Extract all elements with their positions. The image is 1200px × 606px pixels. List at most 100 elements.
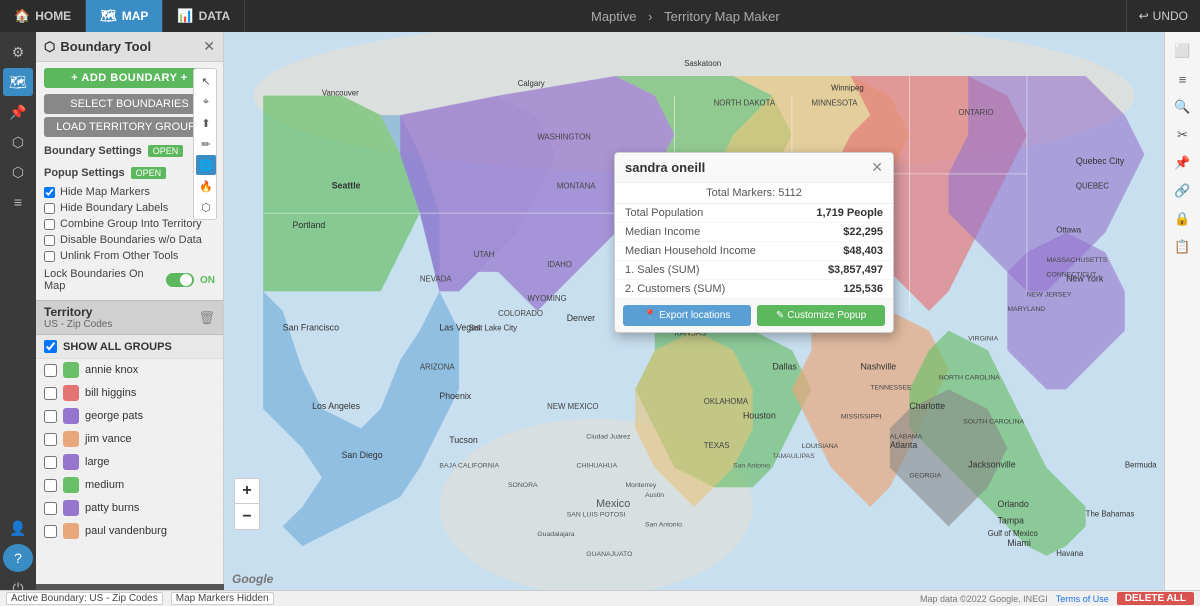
pie-tool[interactable]: ⬡ [196, 197, 216, 217]
hide-boundary-labels-checkbox[interactable] [44, 203, 55, 214]
help-icon[interactable]: ? [3, 544, 33, 572]
map-button[interactable]: 🗺 MAP [86, 0, 163, 32]
flame-tool[interactable]: 🔥 [196, 176, 216, 196]
select-boundaries-button[interactable]: SELECT BOUNDARIES [44, 94, 215, 114]
group-checkbox[interactable] [44, 502, 57, 515]
svg-text:Ciudad Juárez: Ciudad Juárez [586, 433, 631, 440]
svg-text:QUEBEC: QUEBEC [1076, 182, 1109, 191]
zoom-out-button[interactable]: − [234, 504, 260, 530]
popup-close-button[interactable]: ✕ [871, 159, 883, 176]
svg-text:Austin: Austin [645, 492, 664, 499]
settings-icon[interactable]: ⚙ [3, 38, 33, 66]
bottom-bar: Active Boundary: US - Zip Codes Map Mark… [0, 590, 1200, 606]
svg-text:Seattle: Seattle [332, 181, 361, 191]
user-icon[interactable]: 👤 [3, 514, 33, 542]
group-name: annie knox [85, 364, 138, 376]
group-color-swatch [63, 408, 79, 424]
group-name: george pats [85, 410, 143, 422]
svg-text:MINNESOTA: MINNESOTA [812, 98, 859, 107]
filter-tool[interactable]: ⌖ [196, 92, 216, 112]
group-checkbox[interactable] [44, 433, 57, 446]
left-sidebar: ⚙ 🗺 📌 ⬡ ⬡ ≡ 👤 ? ⏻ [0, 32, 36, 606]
popup-header: sandra oneill ✕ [615, 153, 893, 183]
load-territory-groups-button[interactable]: LOAD TERRITORY GROUPS [44, 117, 215, 137]
svg-text:WASHINGTON: WASHINGTON [537, 133, 591, 142]
hide-map-markers-checkbox[interactable] [44, 187, 55, 198]
popup-total-markers: Total Markers: 5112 [615, 183, 893, 204]
svg-text:Mexico: Mexico [596, 498, 630, 510]
svg-text:Jacksonville: Jacksonville [968, 460, 1016, 470]
svg-text:TAMAULIPAS: TAMAULIPAS [772, 453, 815, 460]
boundary-settings-open[interactable]: OPEN [148, 145, 184, 157]
group-list-item: paul vandenburg [36, 520, 223, 543]
svg-text:TENNESSEE: TENNESSEE [870, 384, 912, 391]
unlink-tools-checkbox[interactable] [44, 251, 55, 262]
bottombar-left: Active Boundary: US - Zip Codes Map Mark… [6, 592, 274, 605]
territory-header: Territory US - Zip Codes 🗑 [36, 300, 223, 335]
mouse-tool[interactable]: ↖ [196, 71, 216, 91]
group-list-item: jim vance [36, 428, 223, 451]
pin-icon[interactable]: 📌 [3, 98, 33, 126]
filter-icon[interactable]: ⬡ [3, 128, 33, 156]
group-checkbox[interactable] [44, 456, 57, 469]
svg-text:Houston: Houston [743, 411, 776, 421]
undo-button[interactable]: ↩ UNDO [1126, 0, 1200, 32]
group-checkbox[interactable] [44, 387, 57, 400]
group-list: annie knox bill higgins george pats jim … [36, 359, 223, 543]
ruler-icon[interactable]: ✂ [1169, 122, 1197, 148]
add-boundary-button[interactable]: + ADD BOUNDARY + [44, 68, 215, 88]
group-name: large [85, 456, 109, 468]
svg-text:NEVADA: NEVADA [420, 275, 452, 284]
svg-text:UTAH: UTAH [474, 250, 495, 259]
group-checkbox[interactable] [44, 525, 57, 538]
svg-text:Quebec City: Quebec City [1076, 156, 1125, 166]
svg-text:NORTH DAKOTA: NORTH DAKOTA [714, 98, 776, 107]
customize-icon: ✎ [776, 310, 784, 321]
shape-icon[interactable]: ⬡ [3, 158, 33, 186]
popup-settings-open[interactable]: OPEN [131, 167, 167, 179]
edit-tool[interactable]: ✏ [196, 134, 216, 154]
group-color-swatch [63, 385, 79, 401]
disable-boundaries-checkbox[interactable] [44, 235, 55, 246]
map-tool-icon[interactable]: 🗺 [3, 68, 33, 96]
zoom-controls: + − [234, 478, 260, 530]
svg-text:Gulf of Mexico: Gulf of Mexico [988, 529, 1039, 538]
link-icon[interactable]: 🔗 [1169, 178, 1197, 204]
svg-text:MONTANA: MONTANA [557, 182, 596, 191]
map-type-icon[interactable]: ⬜ [1169, 38, 1197, 64]
territory-delete-icon[interactable]: 🗑 [198, 310, 215, 326]
search-map-icon[interactable]: 🔍 [1169, 94, 1197, 120]
group-checkbox[interactable] [44, 410, 57, 423]
customize-popup-button[interactable]: ✎ Customize Popup [757, 305, 885, 326]
svg-text:Salt Lake City: Salt Lake City [469, 324, 517, 333]
show-all-groups-checkbox[interactable] [44, 340, 57, 353]
svg-text:Calgary: Calgary [518, 79, 545, 88]
disable-boundaries-row: Disable Boundaries w/o Data [36, 232, 223, 248]
globe-tool[interactable]: 🌐 [196, 155, 216, 175]
svg-text:OKLAHOMA: OKLAHOMA [704, 397, 749, 406]
group-list-item: patty burns [36, 497, 223, 520]
export-locations-button[interactable]: 📍 Export locations [623, 305, 751, 326]
lock-right-icon[interactable]: 🔒 [1169, 206, 1197, 232]
panel-close-button[interactable]: ✕ [203, 38, 215, 55]
layers-icon-right[interactable]: ≡ [1169, 66, 1197, 92]
popup-data-row: Total Population1,719 People [615, 204, 893, 223]
combine-group-checkbox[interactable] [44, 219, 55, 230]
home-icon: 🏠 [14, 8, 30, 24]
group-name: medium [85, 479, 124, 491]
upload-tool[interactable]: ⬆ [196, 113, 216, 133]
zoom-in-button[interactable]: + [234, 478, 260, 504]
group-checkbox[interactable] [44, 364, 57, 377]
layers-icon[interactable]: ≡ [3, 188, 33, 216]
delete-all-button[interactable]: DELETE ALL [1117, 592, 1194, 605]
app-title: Maptive › Territory Map Maker [245, 9, 1125, 24]
clipboard-icon[interactable]: 📋 [1169, 234, 1197, 260]
pin-right-icon[interactable]: 📌 [1169, 150, 1197, 176]
svg-text:WYOMING: WYOMING [528, 294, 567, 303]
group-checkbox[interactable] [44, 479, 57, 492]
svg-text:NEW JERSEY: NEW JERSEY [1027, 291, 1072, 298]
data-button[interactable]: 📊 DATA [163, 0, 245, 32]
map-area[interactable]: Seattle Portland San Francisco Los Angel… [224, 32, 1164, 590]
lock-toggle[interactable] [166, 273, 194, 287]
home-button[interactable]: 🏠 HOME [0, 0, 86, 32]
